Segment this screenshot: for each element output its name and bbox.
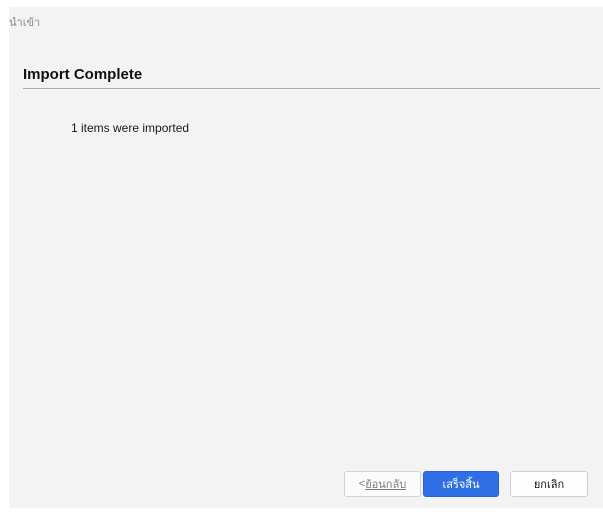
finish-button-label: เสร็จสิ้น — [442, 479, 480, 491]
import-wizard-window: นำเข้า Import Complete 1 items were impo… — [9, 7, 603, 508]
cancel-button-label: ยกเลิก — [533, 479, 565, 491]
heading-divider — [23, 88, 600, 89]
finish-button[interactable]: เสร็จสิ้น — [423, 471, 499, 497]
page-heading: Import Complete — [23, 66, 143, 83]
cancel-button[interactable]: ยกเลิก — [510, 471, 588, 497]
window-title: นำเข้า — [9, 17, 41, 29]
back-button-label: ย้อนกลับ — [365, 479, 407, 491]
import-result-message: 1 items were imported — [71, 121, 190, 135]
back-button[interactable]: < ย้อนกลับ — [344, 471, 421, 497]
title-bar: นำเข้า — [9, 7, 603, 36]
